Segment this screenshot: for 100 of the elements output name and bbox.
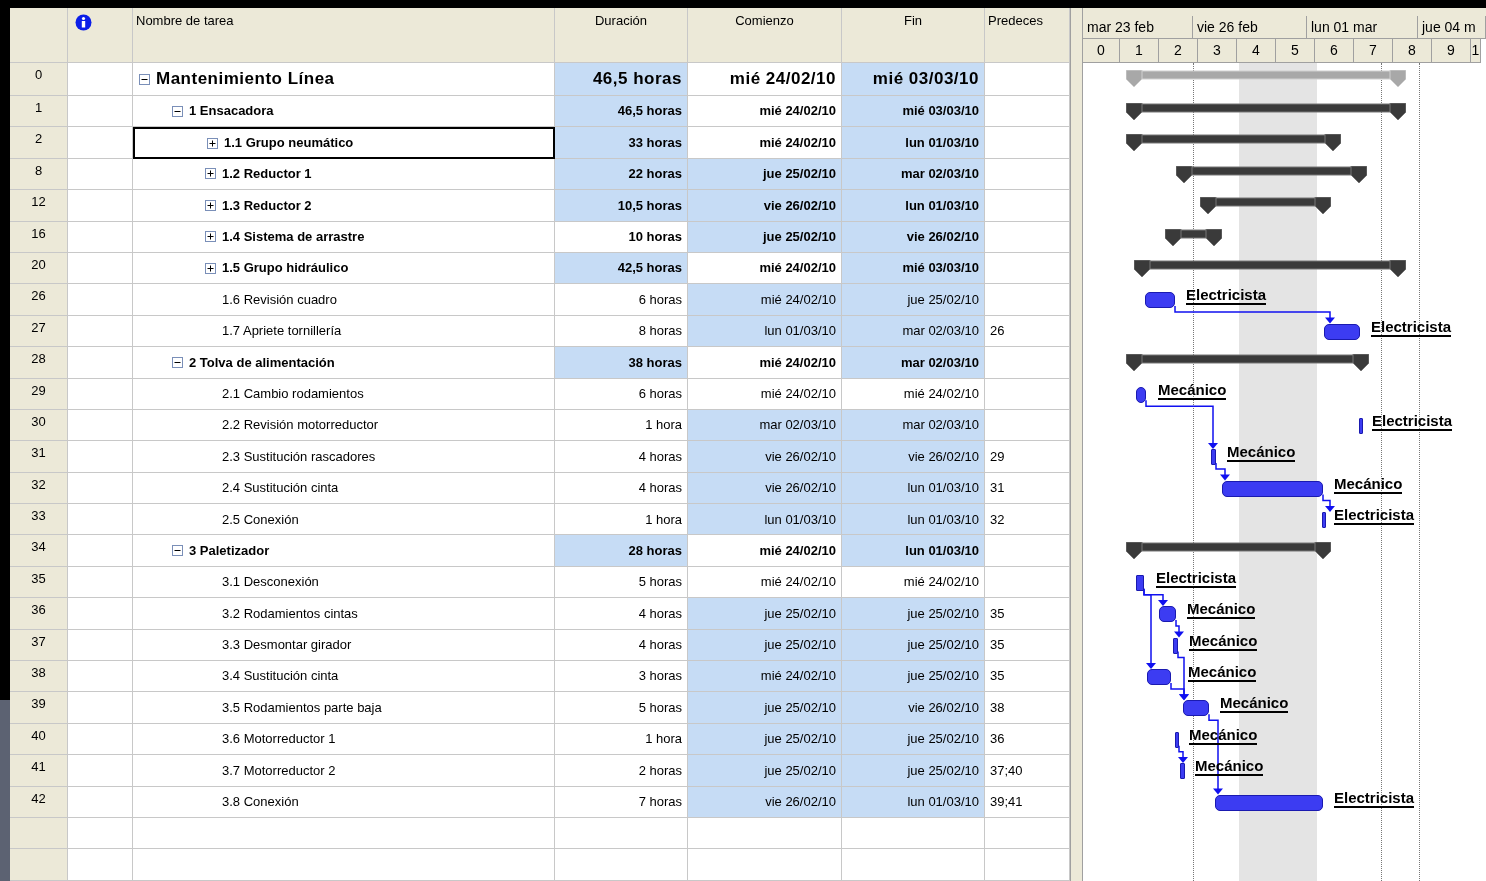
task-bar[interactable] (1211, 449, 1216, 466)
row-number-cell[interactable]: 16 (10, 221, 68, 253)
task-bar[interactable] (1175, 731, 1179, 748)
task-bar[interactable] (1145, 292, 1175, 309)
start-date-cell[interactable]: mié 24/02/10 (688, 378, 842, 410)
row-number-cell[interactable]: 26 (10, 284, 68, 316)
duration-cell[interactable]: 4 horas (555, 472, 688, 505)
task-name-cell[interactable]: 3.3 Desmontar girador (133, 629, 555, 662)
column-header[interactable]: Nombre de tarea (133, 8, 555, 63)
duration-cell[interactable]: 4 horas (555, 629, 688, 662)
finish-date-cell[interactable]: jue 25/02/10 (842, 598, 985, 630)
finish-date-cell[interactable]: lun 01/03/10 (842, 535, 985, 567)
row-number-cell[interactable]: 28 (10, 347, 68, 379)
task-name-cell[interactable]: 3.1 Desconexión (133, 566, 555, 599)
finish-date-cell[interactable]: lun 01/03/10 (842, 786, 985, 818)
finish-date-cell[interactable]: jue 25/02/10 (842, 755, 985, 787)
predecessors-cell[interactable]: 35 (985, 598, 1070, 630)
plus-box-icon[interactable] (205, 262, 216, 274)
task-bar[interactable] (1183, 700, 1209, 717)
row-number-cell[interactable]: 32 (10, 472, 68, 505)
row-number-cell[interactable]: 12 (10, 190, 68, 222)
start-date-cell[interactable]: mié 24/02/10 (688, 127, 842, 159)
plus-box-icon[interactable] (205, 199, 216, 211)
row-number-cell[interactable]: 34 (10, 535, 68, 567)
start-date-cell[interactable]: mié 24/02/10 (688, 661, 842, 693)
task-bar[interactable] (1180, 763, 1185, 780)
start-date-cell[interactable]: jue 25/02/10 (688, 598, 842, 630)
start-date-cell[interactable]: mié 24/02/10 (688, 347, 842, 379)
task-bar[interactable] (1136, 386, 1146, 403)
start-date-cell[interactable]: mié 24/02/10 (688, 566, 842, 599)
task-name-cell[interactable]: 3.8 Conexión (133, 786, 555, 818)
start-date-cell[interactable]: mié 24/02/10 (688, 535, 842, 567)
task-name-cell[interactable]: 1.2 Reductor 1 (133, 158, 555, 191)
task-name-cell[interactable]: Mantenimiento Línea (133, 63, 555, 96)
task-bar[interactable] (1324, 323, 1360, 340)
predecessors-cell[interactable]: 39;41 (985, 786, 1070, 818)
task-bar[interactable] (1222, 480, 1323, 497)
duration-cell[interactable]: 7 horas (555, 786, 688, 818)
summary-bar[interactable] (1126, 134, 1341, 152)
task-name-cell[interactable]: 1.7 Apriete tornillería (133, 315, 555, 348)
minus-box-icon[interactable] (172, 105, 183, 117)
row-number-cell[interactable]: 33 (10, 504, 68, 536)
column-header[interactable]: Fin (842, 8, 985, 63)
row-number-cell[interactable]: 37 (10, 629, 68, 662)
finish-date-cell[interactable]: mié 03/03/10 (842, 96, 985, 128)
task-name-cell[interactable]: 2.5 Conexión (133, 504, 555, 536)
duration-cell[interactable]: 2 horas (555, 755, 688, 787)
task-name-cell[interactable]: 1.4 Sistema de arrastre (133, 221, 555, 253)
task-bar[interactable] (1159, 606, 1176, 623)
summary-bar[interactable] (1200, 197, 1331, 215)
task-name-cell[interactable]: 2.1 Cambio rodamientos (133, 378, 555, 410)
row-number-cell[interactable]: 27 (10, 315, 68, 348)
start-date-cell[interactable]: jue 25/02/10 (688, 692, 842, 724)
start-date-cell[interactable]: jue 25/02/10 (688, 723, 842, 756)
row-number-cell[interactable]: 29 (10, 378, 68, 410)
duration-cell[interactable]: 6 horas (555, 284, 688, 316)
column-header[interactable]: Comienzo (688, 8, 842, 63)
predecessors-cell[interactable]: 37;40 (985, 755, 1070, 787)
project-summary-bar[interactable] (1126, 70, 1406, 87)
start-date-cell[interactable]: jue 25/02/10 (688, 755, 842, 787)
predecessors-cell[interactable]: 31 (985, 472, 1070, 505)
duration-cell[interactable]: 6 horas (555, 378, 688, 410)
row-number-cell[interactable]: 1 (10, 96, 68, 128)
summary-bar[interactable] (1134, 259, 1406, 277)
duration-cell[interactable]: 4 horas (555, 441, 688, 473)
minus-box-icon[interactable] (172, 356, 183, 368)
duration-cell[interactable]: 22 horas (555, 158, 688, 191)
task-name-cell[interactable]: 3.6 Motorreductor 1 (133, 723, 555, 756)
row-number-cell[interactable]: 0 (10, 63, 68, 96)
start-date-cell[interactable]: mié 24/02/10 (688, 63, 842, 96)
summary-bar[interactable] (1165, 228, 1222, 246)
predecessors-cell[interactable]: 32 (985, 504, 1070, 536)
duration-cell[interactable]: 33 horas (555, 127, 688, 159)
duration-cell[interactable]: 10 horas (555, 221, 688, 253)
task-name-cell[interactable]: 2.4 Sustitución cinta (133, 472, 555, 505)
pane-splitter[interactable] (1070, 8, 1083, 881)
task-name-cell[interactable]: 3.5 Rodamientos parte baja (133, 692, 555, 724)
row-number-cell[interactable]: 36 (10, 598, 68, 630)
minus-box-icon[interactable] (139, 73, 150, 85)
start-date-cell[interactable]: jue 25/02/10 (688, 221, 842, 253)
finish-date-cell[interactable]: jue 25/02/10 (842, 723, 985, 756)
predecessors-cell[interactable]: 35 (985, 661, 1070, 693)
duration-cell[interactable]: 28 horas (555, 535, 688, 567)
plus-box-icon[interactable] (207, 137, 218, 149)
task-name-cell[interactable]: 2.3 Sustitución rascadores (133, 441, 555, 473)
predecessors-cell[interactable]: 36 (985, 723, 1070, 756)
duration-cell[interactable]: 46,5 horas (555, 96, 688, 128)
duration-cell[interactable]: 1 hora (555, 504, 688, 536)
summary-bar[interactable] (1126, 542, 1331, 560)
task-name-cell[interactable]: 1.1 Grupo neumático (133, 127, 555, 159)
row-number-cell[interactable]: 41 (10, 755, 68, 787)
duration-cell[interactable]: 1 hora (555, 723, 688, 756)
start-date-cell[interactable]: jue 25/02/10 (688, 158, 842, 191)
finish-date-cell[interactable]: vie 26/02/10 (842, 692, 985, 724)
finish-date-cell[interactable]: mié 24/02/10 (842, 378, 985, 410)
task-name-cell[interactable]: 1 Ensacadora (133, 96, 555, 128)
finish-date-cell[interactable]: vie 26/02/10 (842, 221, 985, 253)
duration-cell[interactable]: 38 horas (555, 347, 688, 379)
row-number-cell[interactable]: 30 (10, 409, 68, 442)
finish-date-cell[interactable]: jue 25/02/10 (842, 284, 985, 316)
